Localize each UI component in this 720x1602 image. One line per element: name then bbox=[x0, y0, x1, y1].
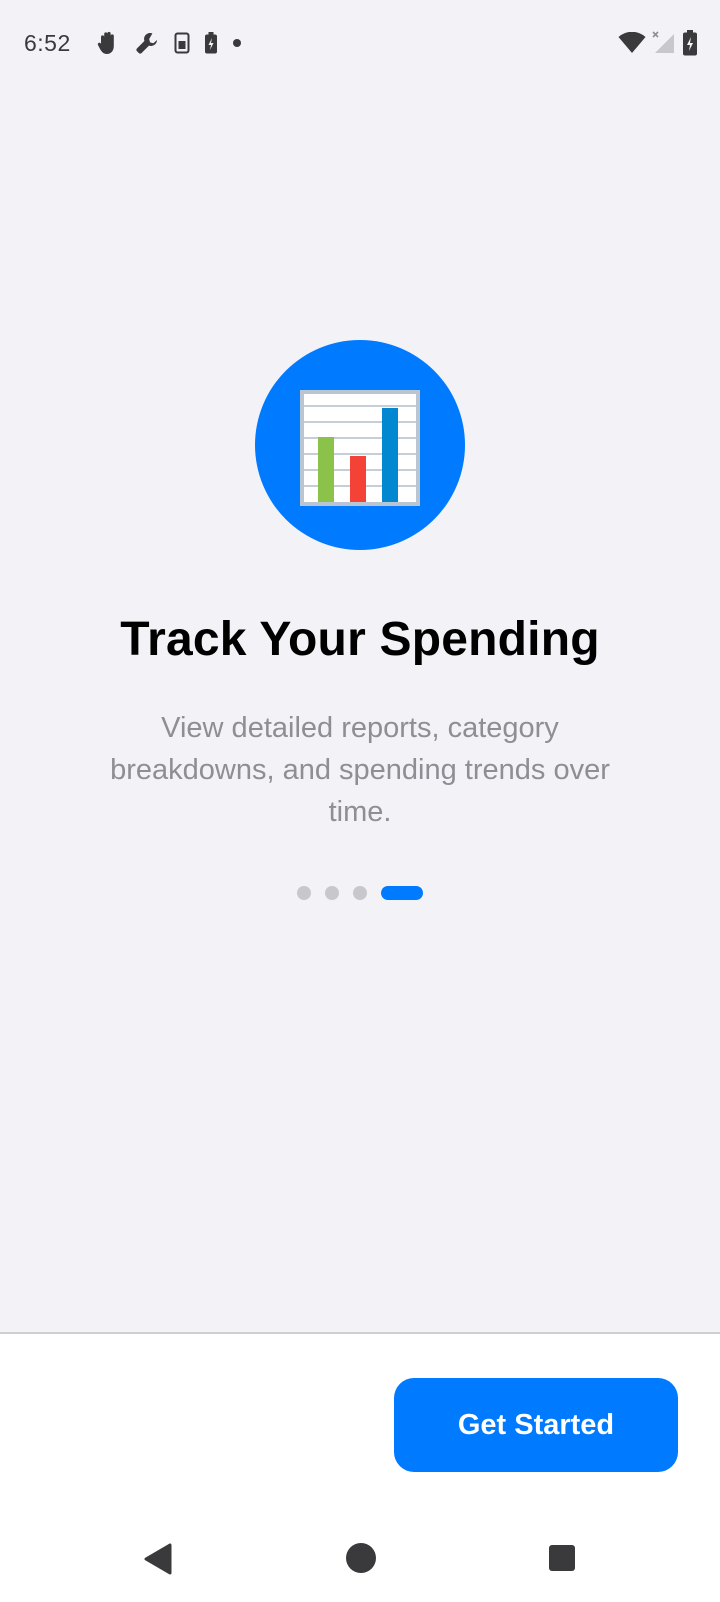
navigation-bar bbox=[0, 1520, 720, 1600]
page-dot-active[interactable] bbox=[381, 886, 423, 900]
status-system-icons bbox=[618, 30, 698, 56]
wrench-icon bbox=[134, 30, 160, 56]
page-subtitle: View detailed reports, category breakdow… bbox=[110, 712, 610, 828]
status-time: 6:52 bbox=[24, 30, 71, 56]
battery-saver-icon bbox=[204, 32, 218, 54]
hand-icon bbox=[96, 30, 120, 56]
hero-badge bbox=[255, 340, 465, 550]
home-icon[interactable] bbox=[345, 1542, 377, 1579]
status-bar: 6:52 bbox=[0, 0, 720, 90]
dot-icon bbox=[232, 38, 242, 48]
page-dot[interactable] bbox=[325, 886, 339, 900]
wifi-icon bbox=[618, 32, 646, 54]
page-title: Track Your Spending bbox=[120, 613, 600, 666]
battery-icon bbox=[682, 30, 698, 56]
page-dot[interactable] bbox=[353, 886, 367, 900]
page-dot[interactable] bbox=[297, 886, 311, 900]
get-started-button[interactable]: Get Started bbox=[394, 1378, 678, 1472]
bar-chart-icon bbox=[300, 390, 420, 506]
page-indicator bbox=[0, 886, 720, 900]
cellular-signal-icon bbox=[652, 31, 676, 55]
back-icon[interactable] bbox=[142, 1542, 174, 1581]
recents-icon[interactable] bbox=[548, 1544, 576, 1577]
status-notification-icons bbox=[96, 30, 242, 56]
sim-card-icon bbox=[174, 32, 190, 54]
